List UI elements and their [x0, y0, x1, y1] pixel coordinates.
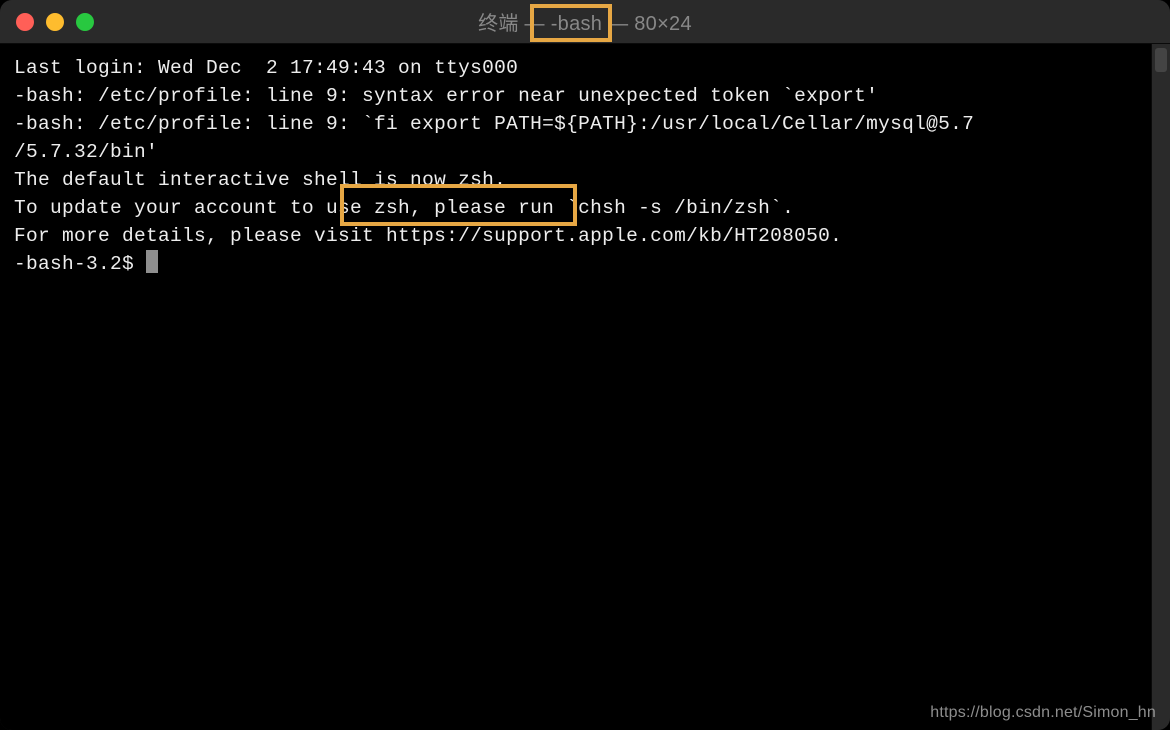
- terminal-content[interactable]: Last login: Wed Dec 2 17:49:43 on ttys00…: [0, 44, 1151, 730]
- watermark: https://blog.csdn.net/Simon_hn: [930, 704, 1156, 722]
- cursor-icon: [146, 250, 158, 273]
- terminal-line: For more details, please visit https://s…: [14, 222, 1137, 250]
- minimize-icon[interactable]: [46, 13, 64, 31]
- maximize-icon[interactable]: [76, 13, 94, 31]
- terminal-line: Last login: Wed Dec 2 17:49:43 on ttys00…: [14, 54, 1137, 82]
- scrollbar-thumb[interactable]: [1155, 48, 1167, 72]
- terminal-line: To update your account to use zsh, pleas…: [14, 194, 1137, 222]
- terminal-line: -bash: /etc/profile: line 9: `fi export …: [14, 110, 1137, 138]
- scrollbar[interactable]: [1151, 44, 1170, 730]
- terminal-window: 终端 — -bash — 80×24 Last login: Wed Dec 2…: [0, 0, 1170, 730]
- terminal-line: -bash: /etc/profile: line 9: syntax erro…: [14, 82, 1137, 110]
- terminal-line: /5.7.32/bin': [14, 138, 1137, 166]
- content-wrap: Last login: Wed Dec 2 17:49:43 on ttys00…: [0, 44, 1170, 730]
- traffic-lights: [16, 13, 94, 31]
- terminal-line: The default interactive shell is now zsh…: [14, 166, 1137, 194]
- close-icon[interactable]: [16, 13, 34, 31]
- window-title: 终端 — -bash — 80×24: [0, 7, 1170, 36]
- terminal-prompt: -bash-3.2$: [14, 253, 146, 275]
- titlebar[interactable]: 终端 — -bash — 80×24: [0, 0, 1170, 44]
